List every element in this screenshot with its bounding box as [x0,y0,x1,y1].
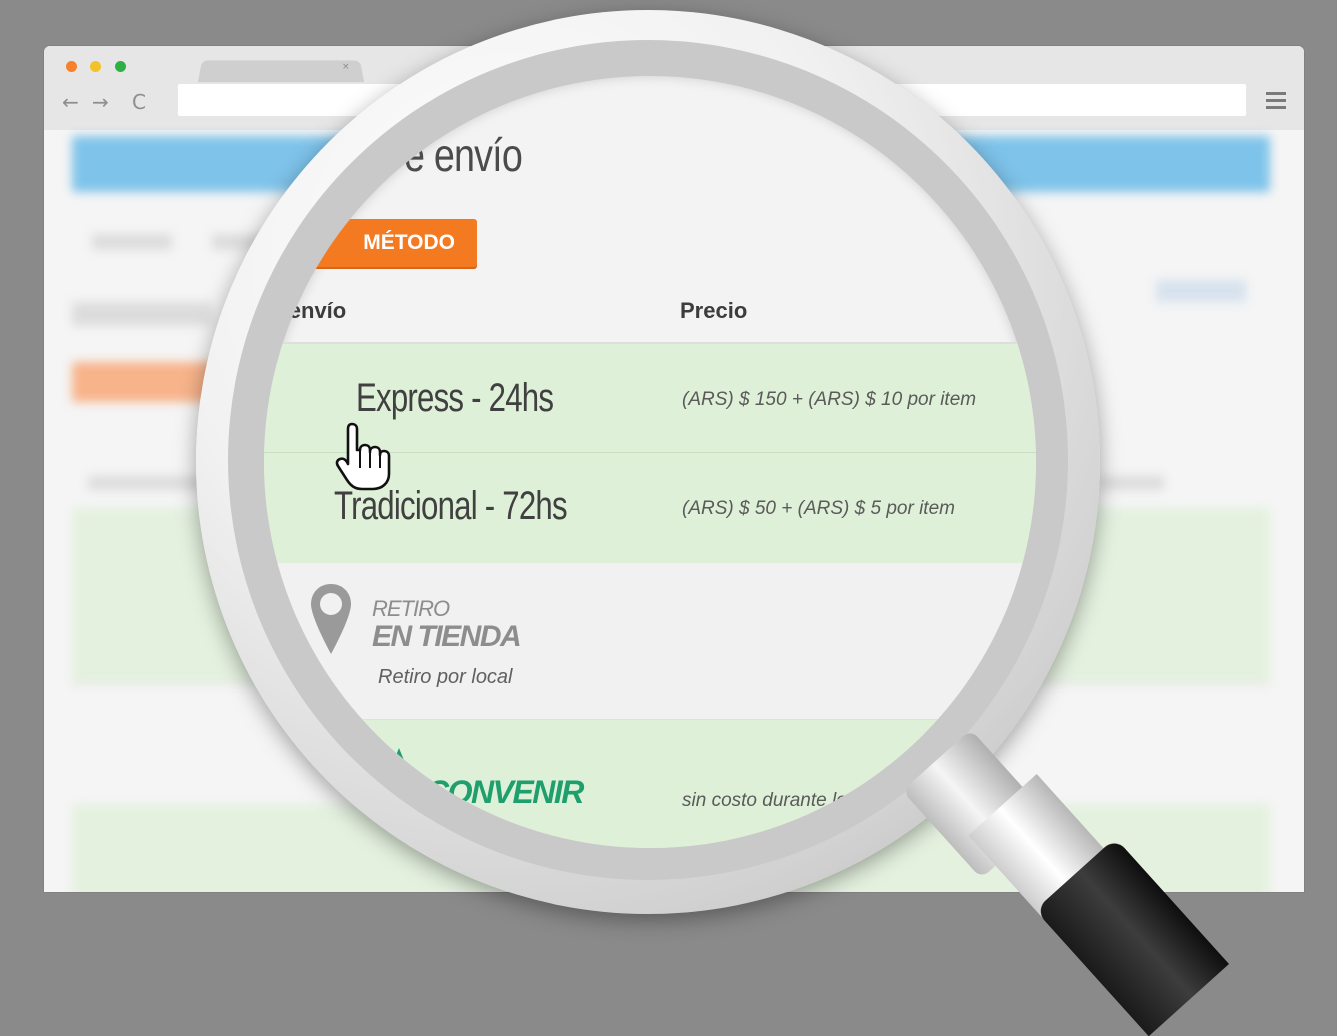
breadcrumb [92,234,172,250]
shipping-price: (ARS) $ 50 + (ARS) $ 5 por item [682,498,955,519]
magnifier-lens: e envío MÉTODO do de envío Precio Expres… [264,76,1036,848]
store-pickup-logo-top: RETIRO [372,596,450,621]
column-header-price: Precio [680,298,748,323]
convenir-logo: CONVENIR [426,774,584,810]
shipping-price: sin costo durante lo [682,790,847,811]
page-title: e envío [404,129,523,181]
minimize-window-button[interactable] [90,61,101,72]
hand-cursor-icon [335,422,391,491]
shipping-price: (ARS) $ 150 + (ARS) $ 10 por item [682,389,977,410]
shipping-method-name[interactable]: Express - 24hs [356,376,554,421]
help-button [1156,280,1246,302]
add-method-button[interactable]: MÉTODO [284,219,477,267]
shipping-method-name[interactable]: Retiro por local [378,666,513,689]
store-pickup-logo-bottom: EN TIENDA [372,620,522,653]
column-header-blur [1100,476,1164,490]
convenir-logo-icon [390,748,408,770]
menu-icon[interactable] [1266,92,1286,113]
reload-icon[interactable]: C [132,90,146,114]
column-header-blur [88,476,208,490]
tab-close-icon[interactable]: × [342,62,350,72]
close-window-button[interactable] [66,61,77,72]
magnified-content: e envío MÉTODO do de envío Precio Expres… [264,76,1036,848]
location-pin-icon [311,584,351,654]
page-title-blur [72,302,212,326]
back-icon[interactable]: ← [62,90,79,114]
column-header-method: do de envío [264,298,347,323]
maximize-window-button[interactable] [115,61,126,72]
forward-icon[interactable]: → [92,90,109,114]
